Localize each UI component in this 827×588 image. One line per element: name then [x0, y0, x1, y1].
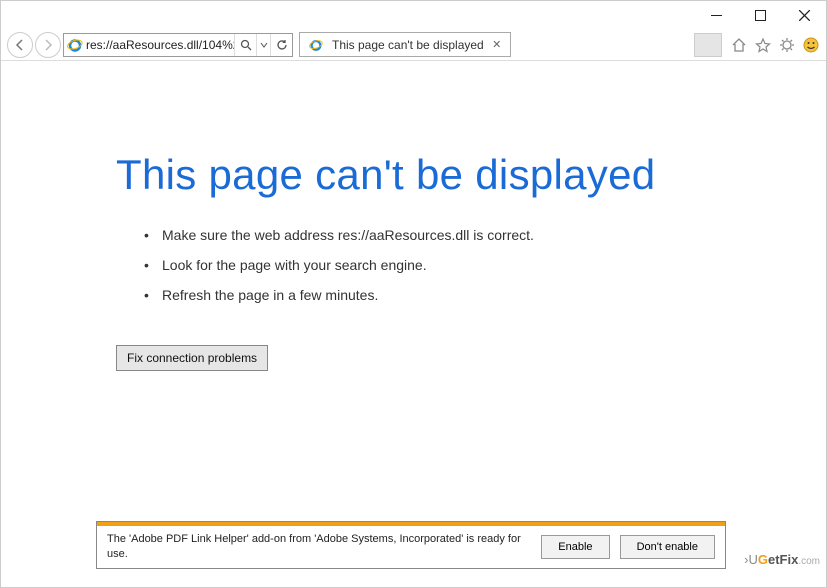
- tab-close-button[interactable]: ✕: [490, 38, 504, 52]
- refresh-button[interactable]: [270, 34, 292, 56]
- ie-icon: [309, 38, 323, 52]
- toolbar-right: [730, 36, 820, 54]
- fix-connection-button[interactable]: Fix connection problems: [116, 345, 268, 371]
- smiley-icon[interactable]: [802, 36, 820, 54]
- dropdown-button[interactable]: [256, 34, 270, 56]
- watermark-text: etFix: [768, 552, 798, 567]
- close-button[interactable]: [782, 1, 826, 29]
- watermark: ›UGetFix.com: [744, 552, 820, 567]
- watermark-text: .com: [798, 556, 820, 567]
- minimize-button[interactable]: [694, 1, 738, 29]
- browser-toolbar: res://aaResources.dll/104%2 This page ca…: [1, 29, 826, 61]
- enable-button[interactable]: Enable: [541, 535, 609, 559]
- address-text[interactable]: res://aaResources.dll/104%2: [86, 38, 234, 52]
- list-item: Look for the page with your search engin…: [162, 257, 826, 273]
- dont-enable-button[interactable]: Don't enable: [620, 535, 715, 559]
- browser-tab[interactable]: This page can't be displayed ✕: [299, 32, 511, 57]
- new-tab-button[interactable]: [694, 33, 722, 57]
- home-icon[interactable]: [730, 36, 748, 54]
- ie-icon: [67, 37, 83, 53]
- tools-icon[interactable]: [778, 36, 796, 54]
- window-titlebar: [1, 1, 826, 29]
- addon-message: The 'Adobe PDF Link Helper' add-on from …: [107, 532, 531, 562]
- error-headline: This page can't be displayed: [116, 151, 826, 199]
- list-item: Make sure the web address res://aaResour…: [162, 227, 826, 243]
- watermark-text: ›U: [744, 552, 758, 567]
- tab-title: This page can't be displayed: [332, 38, 484, 52]
- list-item: Refresh the page in a few minutes.: [162, 287, 826, 303]
- forward-button[interactable]: [35, 32, 61, 58]
- addon-notification-bar: The 'Adobe PDF Link Helper' add-on from …: [96, 521, 726, 569]
- search-button[interactable]: [234, 34, 256, 56]
- address-bar[interactable]: res://aaResources.dll/104%2: [63, 33, 293, 57]
- page-content: This page can't be displayed Make sure t…: [1, 61, 826, 371]
- back-button[interactable]: [7, 32, 33, 58]
- watermark-text: G: [758, 552, 768, 567]
- suggestions-list: Make sure the web address res://aaResour…: [162, 227, 826, 303]
- favorites-icon[interactable]: [754, 36, 772, 54]
- maximize-button[interactable]: [738, 1, 782, 29]
